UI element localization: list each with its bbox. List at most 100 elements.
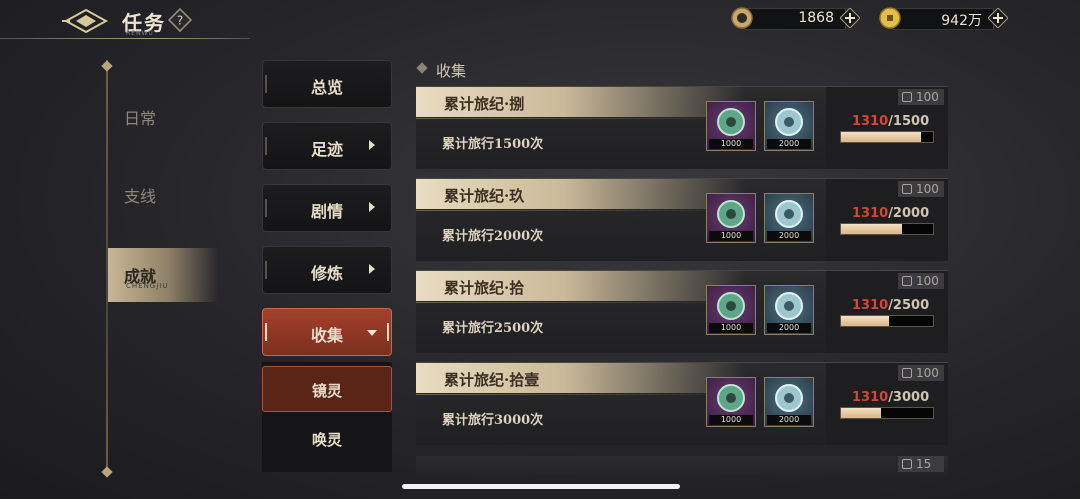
points-value: 100 <box>916 274 939 288</box>
chevron-right-icon <box>369 140 375 150</box>
silver-medallion-icon <box>775 108 803 136</box>
progress-panel: 100 1310/2500 <box>826 271 948 353</box>
quest-card[interactable]: 累计旅纪·拾 累计旅行2500次 1000 2000 100 1310/2500 <box>416 270 948 353</box>
reward-quantity: 2000 <box>767 231 811 241</box>
reward-quantity: 2000 <box>767 139 811 149</box>
nav-tab-achievement[interactable]: 成就 CHENGJIU <box>108 248 218 302</box>
quest-card[interactable]: 累计旅纪·捌 累计旅行1500次 1000 2000 100 1310/1500 <box>416 86 948 169</box>
points-badge: 15 <box>898 456 944 472</box>
quest-card[interactable]: 累计旅纪·玖 累计旅行2000次 1000 2000 100 1310/2000 <box>416 178 948 261</box>
reward-quantity: 1000 <box>709 415 753 425</box>
category-footprints[interactable]: 足迹 <box>262 122 392 170</box>
currency-value: 1868 <box>798 10 834 26</box>
quest-divider <box>416 302 756 303</box>
progress-text: 1310/2500 <box>852 298 929 313</box>
home-indicator[interactable] <box>402 484 680 489</box>
reward-quantity: 1000 <box>709 323 753 333</box>
nav-tab-daily[interactable]: 日常 <box>108 90 218 144</box>
quest-title-bar: 累计旅纪·捌 <box>416 87 746 117</box>
help-icon[interactable]: ? <box>168 8 192 32</box>
progress-bar <box>840 407 934 419</box>
reward-quantity: 2000 <box>767 323 811 333</box>
quest-description: 累计旅行3000次 <box>442 413 544 428</box>
progress-current: 1310 <box>852 206 889 221</box>
nav-tab-label: 支线 <box>124 187 157 206</box>
add-gold-button[interactable] <box>988 8 1008 28</box>
points-icon <box>902 92 912 102</box>
quest-divider <box>416 118 756 119</box>
points-value: 100 <box>916 182 939 196</box>
subcategory-summon-spirit[interactable]: 唤灵 <box>262 416 392 462</box>
points-icon <box>902 184 912 194</box>
subcategory-label: 唤灵 <box>311 431 342 449</box>
reward-quantity: 2000 <box>767 415 811 425</box>
reward-item[interactable]: 1000 <box>706 285 756 335</box>
progress-text: 1310/2000 <box>852 206 929 221</box>
nav-tab-side[interactable]: 支线 <box>108 168 218 222</box>
points-icon <box>902 368 912 378</box>
progress-total: /2500 <box>888 298 930 313</box>
progress-fill <box>841 132 922 142</box>
quest-description: 累计旅行2500次 <box>442 321 544 336</box>
category-story[interactable]: 剧情 <box>262 184 392 232</box>
progress-fill <box>841 316 889 326</box>
quest-card[interactable]: 累计旅纪·拾壹 累计旅行3000次 1000 2000 100 1310/300… <box>416 362 948 445</box>
points-badge: 100 <box>898 181 944 197</box>
section-title: 收集 <box>436 62 467 80</box>
progress-total: /2000 <box>888 206 930 221</box>
points-icon <box>902 459 912 469</box>
category-cultivation[interactable]: 修炼 <box>262 246 392 294</box>
silver-medallion-icon <box>775 384 803 412</box>
nav-tab-label: 日常 <box>124 109 157 128</box>
reward-item[interactable]: 1000 <box>706 101 756 151</box>
partial-quest-card: 15 <box>416 456 948 476</box>
progress-bar <box>840 223 934 235</box>
jade-medallion-icon <box>717 292 745 320</box>
nav-tab-sublabel: CHENGJIU <box>126 282 169 290</box>
progress-panel: 100 1310/3000 <box>826 363 948 445</box>
rail-ornament <box>101 60 113 72</box>
jade-medallion-icon <box>717 200 745 228</box>
progress-fill <box>841 224 902 234</box>
rail-ornament <box>101 466 113 478</box>
title-divider <box>0 38 250 39</box>
points-icon <box>902 276 912 286</box>
reward-quantity: 1000 <box>709 139 753 149</box>
quest-description: 累计旅行2000次 <box>442 229 544 244</box>
reward-item[interactable]: 2000 <box>764 101 814 151</box>
subcategory-label: 镜灵 <box>311 382 342 400</box>
category-overview[interactable]: 总览 <box>262 60 392 108</box>
jade-medallion-icon <box>717 108 745 136</box>
emblem-icon <box>62 8 109 34</box>
points-badge: 100 <box>898 89 944 105</box>
category-collection[interactable]: 收集 <box>262 308 392 356</box>
points-badge: 100 <box>898 273 944 289</box>
points-value: 100 <box>916 90 939 104</box>
jade-medallion-icon <box>717 384 745 412</box>
subcategory-mirror-spirit[interactable]: 镜灵 <box>262 366 392 412</box>
progress-total: /1500 <box>888 114 930 129</box>
add-jade-button[interactable] <box>840 8 860 28</box>
reward-item[interactable]: 2000 <box>764 285 814 335</box>
quest-title: 累计旅纪·拾壹 <box>444 371 540 389</box>
progress-panel: 100 1310/2000 <box>826 179 948 261</box>
progress-current: 1310 <box>852 390 889 405</box>
reward-item[interactable]: 2000 <box>764 193 814 243</box>
progress-total: /3000 <box>888 390 930 405</box>
quest-title-bar: 累计旅纪·拾壹 <box>416 363 746 393</box>
quest-divider <box>416 210 756 211</box>
reward-item[interactable]: 1000 <box>706 193 756 243</box>
currency-gold: 942万 <box>878 6 1012 30</box>
reward-item[interactable]: 2000 <box>764 377 814 427</box>
page-subtitle: RENWU <box>126 30 154 37</box>
points-badge: 100 <box>898 365 944 381</box>
reward-item[interactable]: 1000 <box>706 377 756 427</box>
silver-medallion-icon <box>775 200 803 228</box>
currency-jade: 1868 <box>730 6 864 30</box>
chevron-down-icon <box>367 330 377 336</box>
quest-title-bar: 累计旅纪·玖 <box>416 179 746 209</box>
points-value: 100 <box>916 366 939 380</box>
currency-value: 942万 <box>941 13 982 29</box>
chevron-right-icon <box>369 202 375 212</box>
reward-quantity: 1000 <box>709 231 753 241</box>
